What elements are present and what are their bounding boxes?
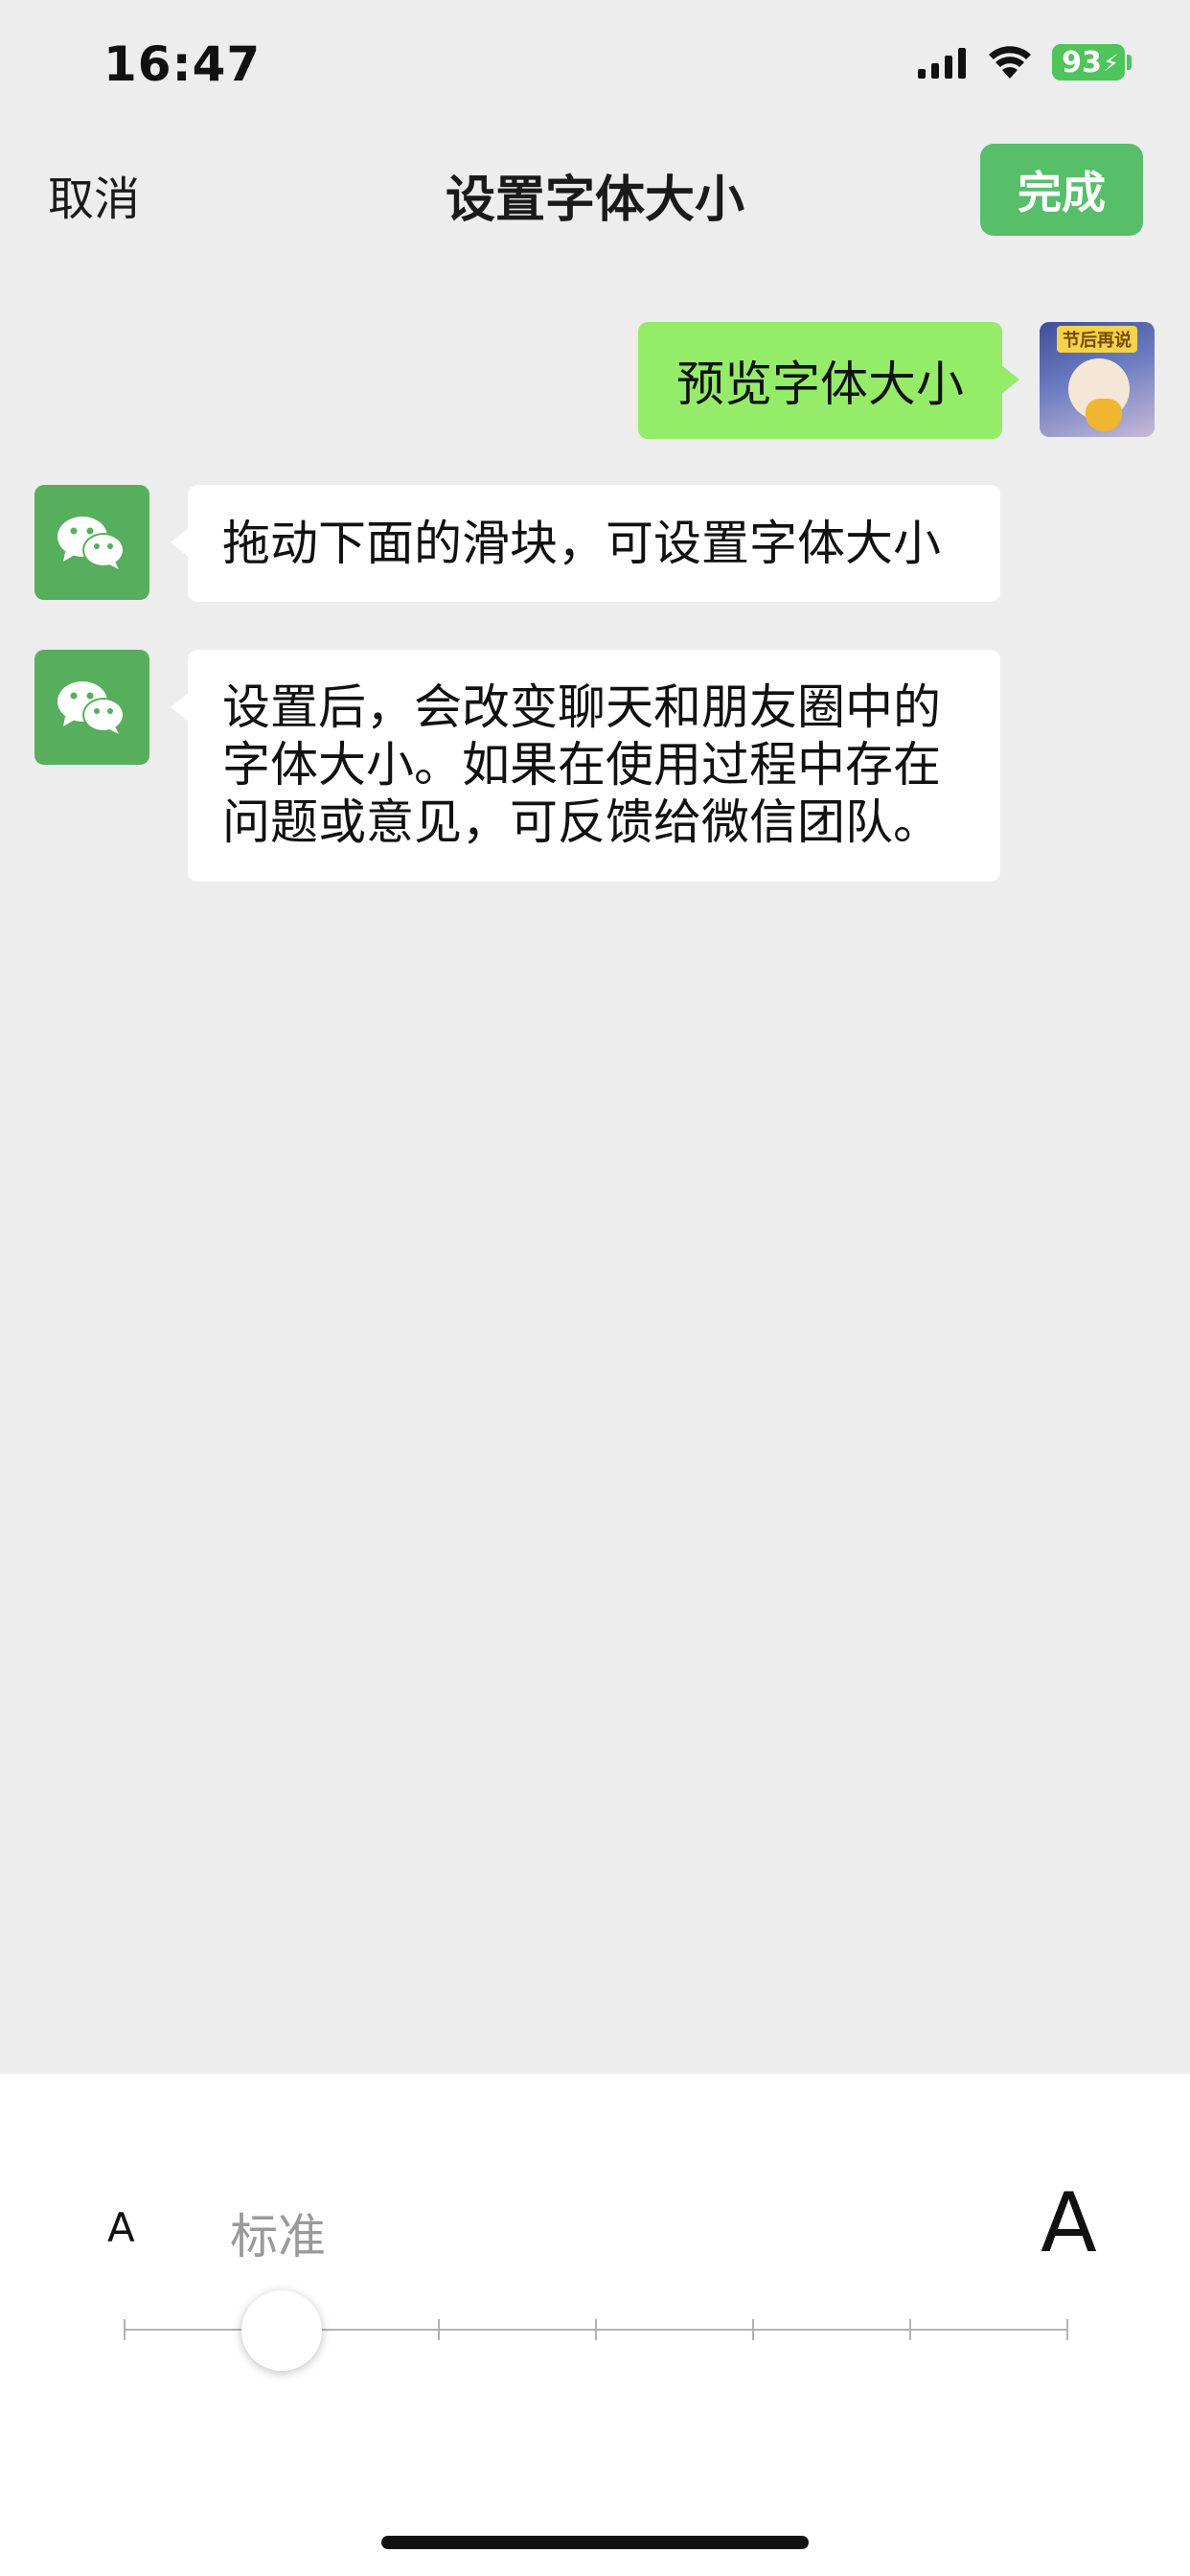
incoming-message-bubble: 拖动下面的滑块，可设置字体大小	[171, 485, 1000, 602]
charging-bolt-icon: ⚡	[1103, 50, 1119, 77]
wechat-avatar[interactable]	[34, 650, 149, 765]
incoming-message-line: 设置后，会改变聊天和朋友圈中的	[222, 679, 941, 735]
wechat-logo-icon	[57, 517, 125, 569]
wechat-avatar[interactable]	[34, 485, 149, 600]
incoming-message-line: 字体大小。如果在使用过程中存在	[222, 737, 941, 793]
avatar-hand	[1086, 399, 1122, 431]
user-avatar[interactable]: 节后再说	[1040, 322, 1155, 437]
battery-level: 93	[1062, 45, 1102, 80]
incoming-message-text: 拖动下面的滑块，可设置字体大小	[222, 516, 941, 571]
slider-tick[interactable]	[752, 2319, 754, 2340]
slider-thumb[interactable]	[241, 2290, 322, 2371]
outgoing-message-text: 预览字体大小	[676, 356, 964, 412]
slider-tick[interactable]	[1066, 2319, 1068, 2340]
avatar-banner: 节后再说	[1057, 326, 1137, 353]
incoming-message-line: 问题或意见，可反馈给微信团队。	[222, 794, 941, 850]
battery-cap	[1127, 55, 1132, 70]
outgoing-message-bubble: 预览字体大小	[638, 322, 1019, 439]
current-size-label: 标准	[230, 2209, 326, 2265]
battery-indicator: 93 ⚡	[1052, 44, 1125, 80]
home-indicator	[381, 2536, 809, 2549]
large-font-label: A	[1041, 2175, 1097, 2271]
slider-tick[interactable]	[909, 2319, 911, 2340]
status-bar: 16:47 93 ⚡	[0, 0, 1190, 134]
status-time: 16:47	[103, 36, 262, 92]
slider-tick[interactable]	[595, 2319, 597, 2340]
done-button[interactable]: 完成	[980, 144, 1143, 236]
small-font-label: A	[107, 2204, 135, 2251]
incoming-message-bubble: 设置后，会改变聊天和朋友圈中的 字体大小。如果在使用过程中存在 问题或意见，可反…	[171, 650, 1000, 882]
wechat-logo-icon	[57, 681, 125, 734]
slider-tick[interactable]	[438, 2319, 440, 2340]
cellular-signal-icon	[918, 48, 966, 79]
slider-tick[interactable]	[124, 2319, 126, 2340]
wifi-icon	[989, 46, 1031, 79]
